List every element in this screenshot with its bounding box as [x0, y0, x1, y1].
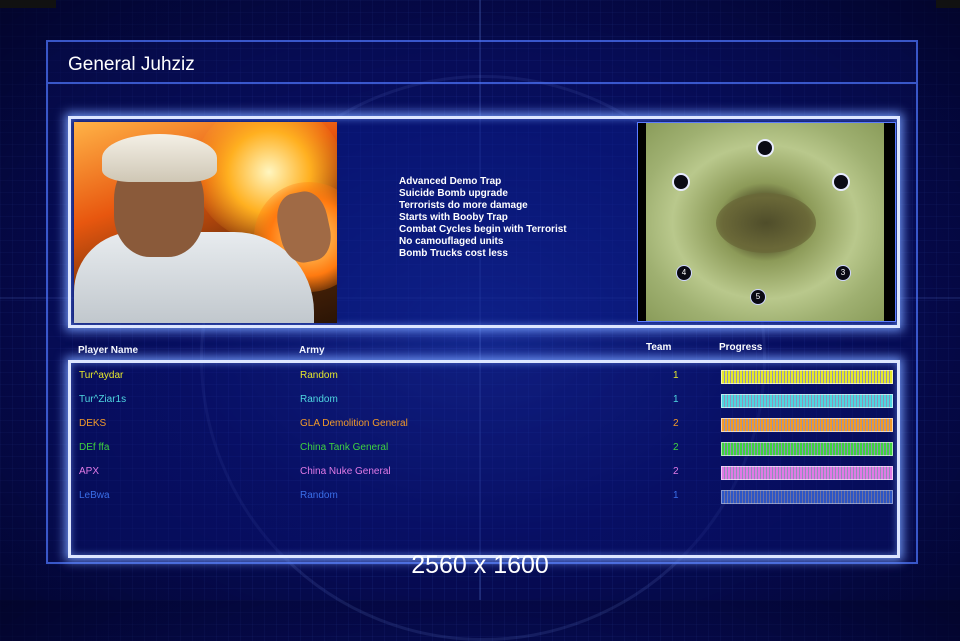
top-left-hud [0, 0, 56, 8]
player-team: 2 [673, 466, 679, 477]
player-row: DEf ffa China Tank General 2 [71, 440, 897, 458]
player-army: GLA Demolition General [300, 418, 408, 429]
header-team: Team [646, 342, 672, 353]
player-name: Tur^aydar [79, 370, 124, 381]
player-team: 1 [673, 490, 679, 501]
player-army: Random [300, 490, 338, 501]
general-info-panel: Advanced Demo Trap Suicide Bomb upgrade … [68, 116, 900, 328]
spawn-point-label: 4 [676, 265, 692, 281]
trait-item: Starts with Booby Trap [399, 212, 508, 223]
map-terrain: 3 4 5 [646, 123, 884, 321]
player-name: DEf ffa [79, 442, 110, 453]
spawn-point [672, 173, 690, 191]
trait-item: No camouflaged units [399, 236, 504, 247]
header-progress: Progress [719, 342, 763, 353]
top-right-hud [936, 0, 960, 8]
portrait-turban [102, 134, 217, 182]
player-team: 2 [673, 442, 679, 453]
loading-screen-frame: General Juhziz Advanced Demo Trap Suicid… [46, 40, 918, 564]
player-name: LeBwa [79, 490, 110, 501]
progress-bar [721, 466, 893, 480]
player-army: China Tank General [300, 442, 389, 453]
spawn-point-label: 3 [835, 265, 851, 281]
title-bar: General Juhziz [48, 42, 916, 84]
player-row: Tur^Ziar1s Random 1 [71, 392, 897, 410]
progress-bar [721, 490, 893, 504]
general-traits-list: Advanced Demo Trap Suicide Bomb upgrade … [399, 176, 567, 260]
players-table: Tur^aydar Random 1 Tur^Ziar1s Random 1 D… [68, 360, 900, 558]
progress-bar [721, 442, 893, 456]
trait-item: Combat Cycles begin with Terrorist [399, 224, 567, 235]
progress-bar [721, 418, 893, 432]
trait-item: Suicide Bomb upgrade [399, 188, 508, 199]
spawn-point-label: 5 [750, 289, 766, 305]
spawn-point [832, 173, 850, 191]
header-player-name: Player Name [78, 345, 139, 356]
player-team: 1 [673, 394, 679, 405]
progress-bar [721, 370, 893, 384]
player-army: China Nuke General [300, 466, 391, 477]
progress-bar [721, 394, 893, 408]
map-center-basin [716, 193, 816, 253]
player-name: APX [79, 466, 100, 477]
trait-item: Terrorists do more damage [399, 200, 528, 211]
player-row: DEKS GLA Demolition General 2 [71, 416, 897, 434]
player-army: Random [300, 370, 338, 381]
general-title: General Juhziz [68, 54, 195, 75]
player-name: Tur^Ziar1s [79, 394, 127, 405]
resolution-watermark: 2560 x 1600 [411, 551, 549, 579]
player-name: DEKS [79, 418, 107, 429]
player-team: 2 [673, 418, 679, 429]
player-row: APX China Nuke General 2 [71, 464, 897, 482]
header-army: Army [299, 345, 325, 356]
map-preview: 3 4 5 [637, 122, 896, 322]
spawn-point [756, 139, 774, 157]
trait-item: Advanced Demo Trap [399, 176, 502, 187]
player-team: 1 [673, 370, 679, 381]
player-row: LeBwa Random 1 [71, 488, 897, 506]
general-portrait [74, 122, 337, 323]
portrait-robe [74, 232, 314, 323]
trait-item: Bomb Trucks cost less [399, 248, 508, 259]
player-row: Tur^aydar Random 1 [71, 368, 897, 386]
player-army: Random [300, 394, 338, 405]
